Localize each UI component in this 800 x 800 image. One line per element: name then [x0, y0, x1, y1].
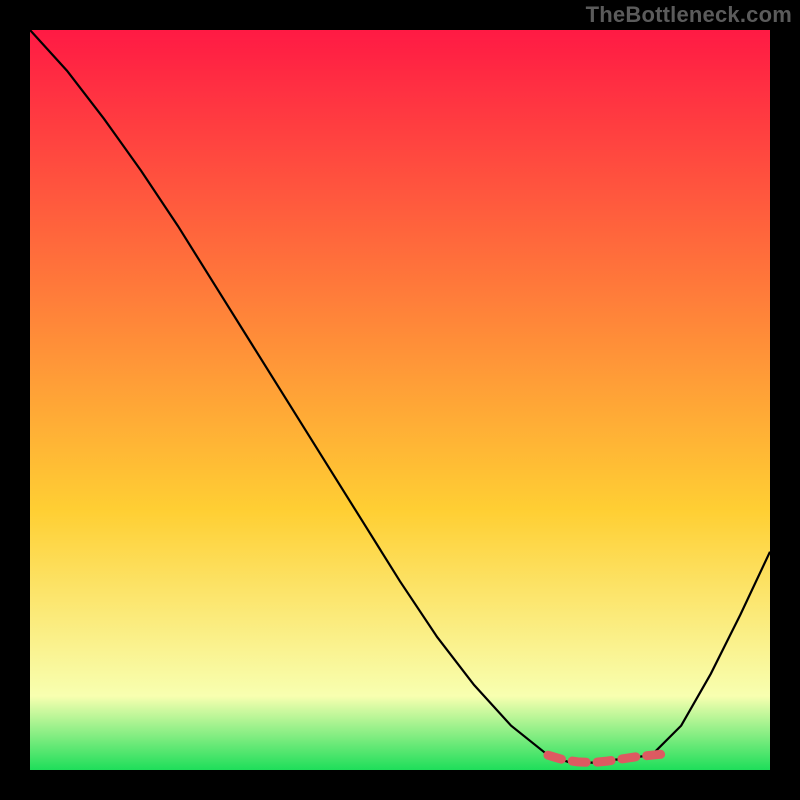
plot-area — [30, 30, 770, 770]
chart-svg — [30, 30, 770, 770]
watermark-text: TheBottleneck.com — [586, 2, 792, 28]
chart-frame: TheBottleneck.com — [0, 0, 800, 800]
gradient-background — [30, 30, 770, 770]
